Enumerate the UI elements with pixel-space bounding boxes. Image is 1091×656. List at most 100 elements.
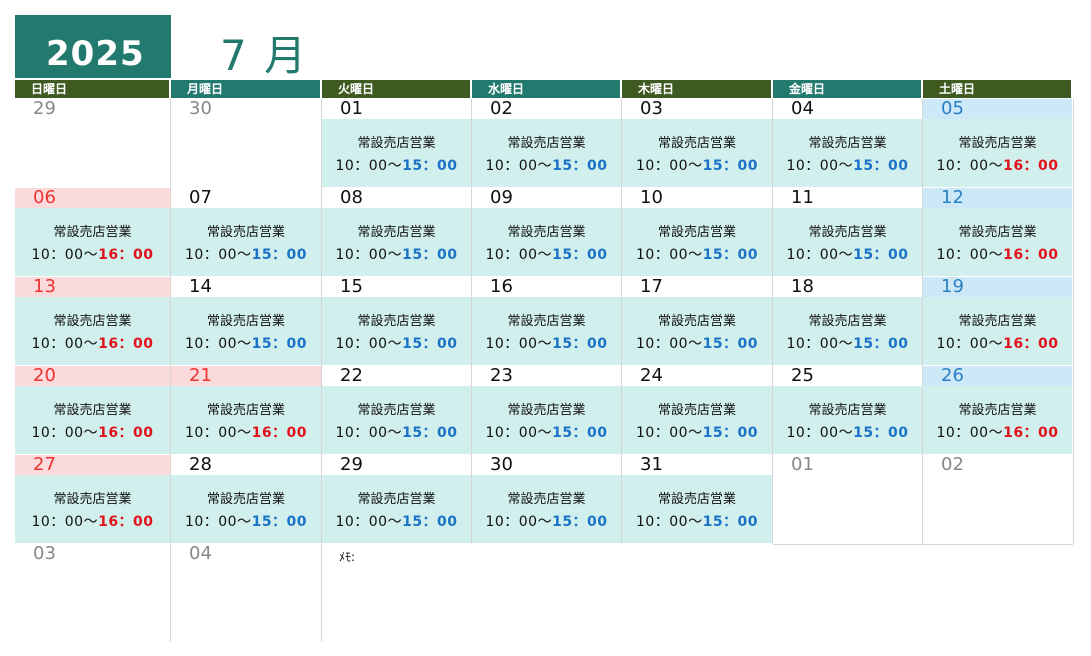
- event-hours: 10：00〜15：00: [171, 511, 321, 533]
- event-hours: 10：00〜15：00: [171, 333, 321, 355]
- event-label: 常設売店営業: [53, 314, 132, 329]
- open-time: 10：00〜: [936, 247, 1004, 263]
- event-label: 常設売店営業: [657, 403, 736, 418]
- day-number: 14: [189, 276, 212, 297]
- close-time: 15：00: [552, 425, 608, 441]
- event-cell: 常設売店営業 10：00〜16：00: [15, 386, 170, 454]
- day-number: 18: [791, 276, 814, 297]
- close-time: 16：00: [98, 247, 154, 263]
- day-number: 02: [490, 98, 513, 119]
- close-time: 15：00: [702, 514, 759, 530]
- weekday-header: 木曜日: [622, 80, 771, 98]
- open-time: 10：00〜: [786, 336, 854, 352]
- event-label: 常設売店営業: [507, 403, 586, 418]
- event-cell: 常設売店営業 10：00〜15：00: [773, 208, 922, 276]
- event-cell: 常設売店営業 10：00〜16：00: [923, 119, 1072, 187]
- open-time: 10：00〜: [635, 425, 703, 441]
- event-cell: 常設売店営業 10：00〜15：00: [472, 119, 621, 187]
- day-number: 23: [490, 365, 513, 386]
- day-number: 02: [941, 454, 964, 475]
- open-time: 10：00〜: [335, 514, 403, 530]
- close-time: 15：00: [702, 425, 759, 441]
- event-cell: 常設売店営業 10：00〜15：00: [622, 297, 772, 365]
- event-label: 常設売店営業: [357, 492, 436, 507]
- open-time: 10：00〜: [485, 514, 553, 530]
- event-hours: 10：00〜15：00: [773, 333, 922, 355]
- day-number: 22: [340, 365, 363, 386]
- open-time: 10：00〜: [786, 425, 854, 441]
- event-label: 常設売店営業: [808, 136, 887, 151]
- day-number: 31: [640, 454, 663, 475]
- event-hours: 10：00〜15：00: [322, 422, 471, 444]
- open-time: 10：00〜: [335, 158, 403, 174]
- open-time: 10：00〜: [936, 158, 1004, 174]
- grid-line: [1073, 99, 1074, 544]
- day-number: 03: [33, 543, 56, 564]
- event-cell: 常設売店営業 10：00〜15：00: [472, 386, 621, 454]
- close-time: 16：00: [98, 514, 154, 530]
- year-label: 2025: [15, 15, 171, 78]
- event-label: 常設売店営業: [958, 403, 1037, 418]
- close-time: 15：00: [853, 158, 909, 174]
- day-number: 24: [640, 365, 663, 386]
- open-time: 10：00〜: [31, 425, 99, 441]
- day-number: 09: [490, 187, 513, 208]
- open-time: 10：00〜: [184, 336, 252, 352]
- open-time: 10：00〜: [31, 247, 99, 263]
- event-hours: 10：00〜15：00: [472, 422, 621, 444]
- open-time: 10：00〜: [635, 158, 703, 174]
- event-hours: 10：00〜16：00: [923, 155, 1072, 177]
- day-number: 19: [923, 277, 1072, 297]
- event-label: 常設売店営業: [357, 225, 436, 240]
- event-hours: 10：00〜16：00: [15, 333, 170, 355]
- event-cell: 常設売店営業 10：00〜15：00: [322, 208, 471, 276]
- event-label: 常設売店営業: [206, 492, 285, 507]
- close-time: 16：00: [1003, 336, 1059, 352]
- day-number: 29: [33, 98, 56, 119]
- open-time: 10：00〜: [485, 158, 553, 174]
- open-time: 10：00〜: [485, 247, 553, 263]
- day-number: 06: [15, 188, 170, 208]
- close-time: 15：00: [402, 336, 458, 352]
- event-hours: 10：00〜15：00: [171, 244, 321, 266]
- event-cell: 常設売店営業 10：00〜15：00: [472, 208, 621, 276]
- close-time: 15：00: [853, 425, 909, 441]
- open-time: 10：00〜: [335, 247, 403, 263]
- event-cell: 常設売店営業 10：00〜16：00: [923, 208, 1072, 276]
- event-hours: 10：00〜15：00: [322, 244, 471, 266]
- event-hours: 10：00〜16：00: [15, 422, 170, 444]
- event-label: 常設売店営業: [808, 314, 887, 329]
- event-label: 常設売店営業: [357, 136, 436, 151]
- day-number: 03: [640, 98, 663, 119]
- close-time: 15：00: [552, 514, 608, 530]
- day-number: 20: [15, 366, 170, 386]
- event-cell: 常設売店営業 10：00〜16：00: [923, 297, 1072, 365]
- close-time: 15：00: [552, 158, 608, 174]
- event-cell: 常設売店営業 10：00〜15：00: [322, 119, 471, 187]
- open-time: 10：00〜: [184, 514, 252, 530]
- open-time: 10：00〜: [786, 158, 854, 174]
- event-label: 常設売店営業: [357, 314, 436, 329]
- close-time: 15：00: [702, 336, 759, 352]
- event-hours: 10：00〜15：00: [322, 333, 471, 355]
- day-number: 25: [791, 365, 814, 386]
- event-cell: 常設売店営業 10：00〜15：00: [322, 297, 471, 365]
- event-label: 常設売店営業: [958, 225, 1037, 240]
- event-hours: 10：00〜15：00: [773, 244, 922, 266]
- day-number: 27: [15, 455, 170, 475]
- event-label: 常設売店営業: [657, 225, 736, 240]
- close-time: 15：00: [402, 247, 458, 263]
- day-number: 08: [340, 187, 363, 208]
- event-cell: 常設売店営業 10：00〜15：00: [622, 208, 772, 276]
- close-time: 15：00: [251, 514, 308, 530]
- weekday-header: 金曜日: [773, 80, 921, 98]
- day-number: 07: [189, 187, 212, 208]
- event-hours: 10：00〜15：00: [622, 422, 772, 444]
- weekday-header: 水曜日: [472, 80, 620, 98]
- day-number: 05: [923, 99, 1072, 119]
- event-hours: 10：00〜16：00: [923, 244, 1072, 266]
- event-label: 常設売店営業: [357, 403, 436, 418]
- event-hours: 10：00〜15：00: [622, 511, 772, 533]
- event-cell: 常設売店営業 10：00〜15：00: [773, 119, 922, 187]
- open-time: 10：00〜: [184, 425, 252, 441]
